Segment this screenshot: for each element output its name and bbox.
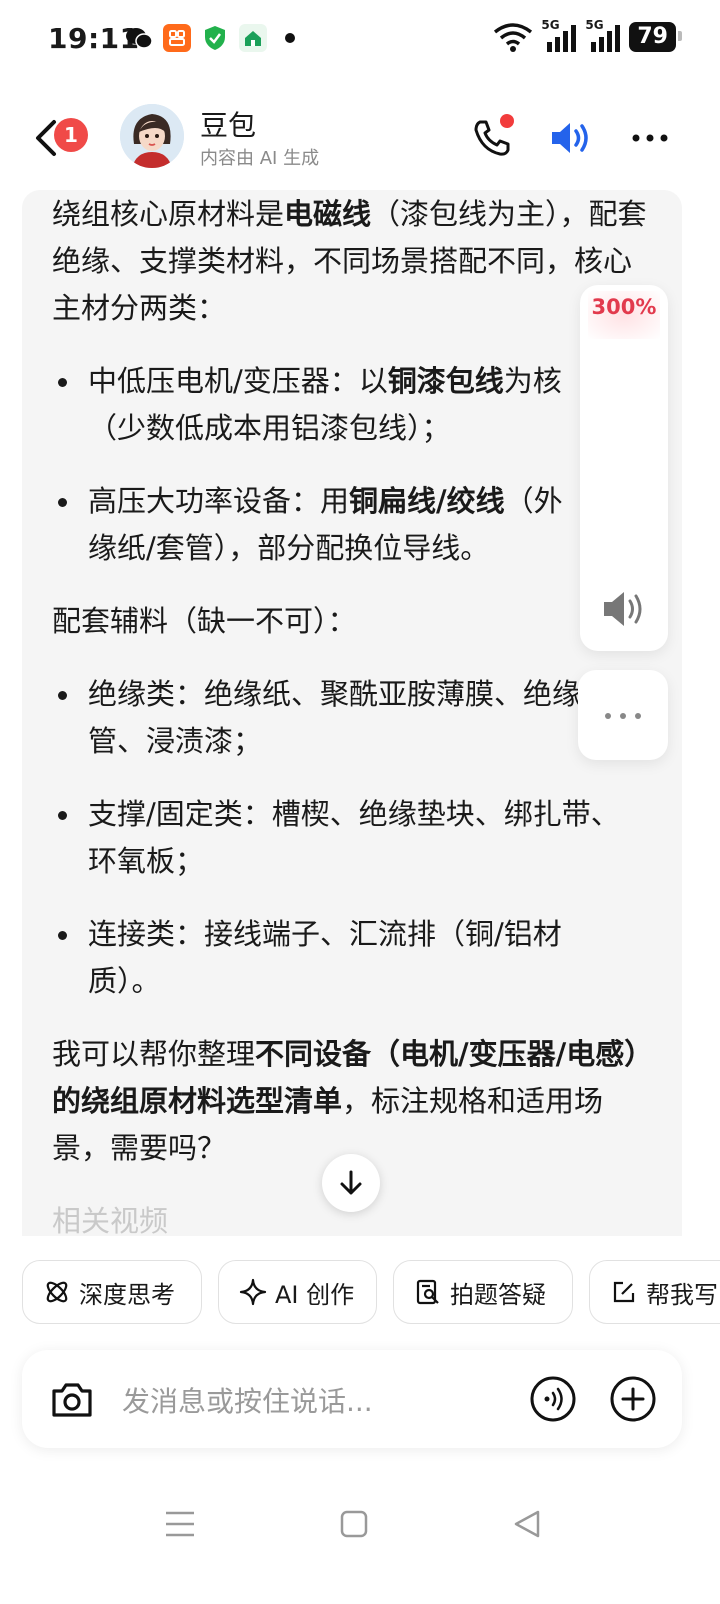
orange-app-icon (163, 24, 191, 52)
battery-indicator: 79 (629, 22, 682, 52)
quick-action-chips: 深度思考 AI 创作 拍题答疑 帮我写 (22, 1260, 720, 1326)
atom-icon (46, 1281, 68, 1303)
playback-speed[interactable]: 300% (580, 295, 668, 319)
signal-icon-2: 5G (585, 18, 621, 52)
chip-help-write[interactable]: 帮我写 (589, 1260, 720, 1324)
wifi-icon (494, 23, 533, 52)
avatar[interactable] (120, 104, 184, 168)
home-app-icon (239, 24, 267, 52)
arrow-down-icon (340, 1170, 362, 1195)
back-icon[interactable] (508, 1504, 548, 1544)
chat-header: 1 豆包 内容由 AI 生成 (0, 90, 720, 186)
floating-more-button[interactable] (578, 670, 668, 760)
chip-deep-thinking[interactable]: 深度思考 (22, 1260, 202, 1324)
intro-paragraph: 绕组核心原材料是电磁线（漆包线为主），配套绝缘、支撑类材料，不同场景搭配不同，核… (52, 197, 647, 325)
scan-doc-icon (416, 1279, 439, 1305)
list-item: 连接类：接线端子、汇流排（铜/铝材 质）。 (52, 911, 652, 1005)
speaker-icon[interactable] (600, 587, 648, 631)
more-options-icon[interactable] (628, 116, 672, 160)
aux-heading: 配套辅料（缺一不可）： (52, 604, 357, 638)
signal-icon-1: 5G (541, 18, 577, 52)
message-input-bar: 发消息或按住说话... (22, 1350, 682, 1448)
home-icon[interactable] (334, 1504, 374, 1544)
chip-ai-create[interactable]: AI 创作 (218, 1260, 377, 1324)
message-input[interactable]: 发消息或按住说话... (122, 1380, 373, 1420)
status-bar: 19:11 5G 5G 79 (0, 0, 720, 80)
scroll-to-bottom-button[interactable] (322, 1154, 380, 1212)
list-item: 支撑/固定类：槽楔、绝缘垫块、绑扎带、 环氧板； (52, 791, 652, 885)
edit-icon (613, 1281, 635, 1303)
shield-app-icon (201, 24, 229, 52)
system-navigation-bar (0, 1488, 720, 1568)
chip-photo-question[interactable]: 拍题答疑 (393, 1260, 573, 1324)
offer-paragraph: 我可以帮你整理不同设备（电机/变压器/电感）的绕组原材料选型清单，标注规格和适用… (52, 1037, 639, 1165)
notification-icons (125, 24, 295, 52)
list-item: 绝缘类：绝缘纸、聚酰亚胺薄膜、绝缘 管、浸渍漆； (52, 671, 652, 765)
unread-badge: 1 (54, 118, 88, 152)
more-options-icon (605, 713, 641, 719)
menu-icon[interactable] (160, 1504, 200, 1544)
more-notifications-dot (285, 33, 295, 43)
list-item: 高压大功率设备：用铜扁线/绞线（外 缘纸/套管），部分配换位导线。 (52, 478, 652, 572)
wechat-icon (125, 24, 153, 52)
system-indicators: 5G 5G 79 (493, 18, 682, 52)
message-content: 绕组核心原材料是电磁线（漆包线为主），配套绝缘、支撑类材料，不同场景搭配不同，核… (52, 190, 652, 1236)
ai-disclaimer: 内容由 AI 生成 (200, 148, 320, 169)
call-notification-dot (500, 114, 514, 128)
camera-icon[interactable] (48, 1376, 96, 1424)
playback-speed-panel[interactable]: 300% (580, 285, 668, 651)
list-item: 中低压电机/变压器：以铜漆包线为核 （少数低成本用铝漆包线）； (52, 358, 652, 452)
voice-call-icon[interactable] (528, 1374, 578, 1424)
sparkle-icon (239, 1278, 267, 1306)
chat-title: 豆包 (200, 109, 257, 142)
add-icon[interactable] (608, 1374, 658, 1424)
speaker-icon[interactable] (548, 116, 592, 160)
